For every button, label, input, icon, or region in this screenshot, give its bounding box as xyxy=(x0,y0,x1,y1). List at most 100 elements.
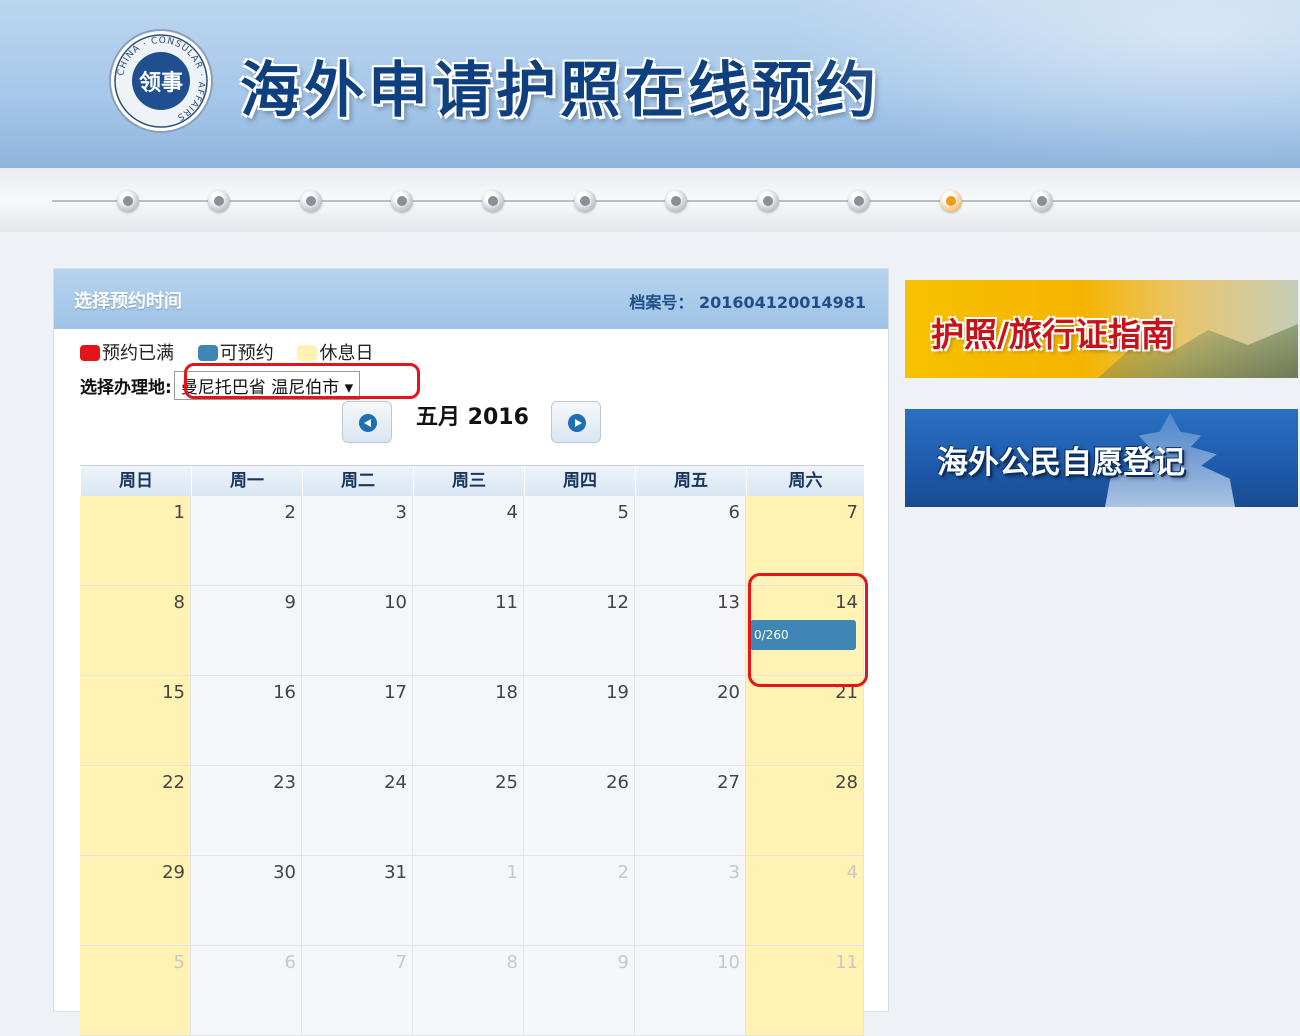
calendar-day-number: 2 xyxy=(617,862,629,883)
legend-rest-swatch xyxy=(297,345,318,361)
legend-available-label: 可预约 xyxy=(219,343,274,364)
progress-step-3 xyxy=(300,190,322,212)
calendar-day-cell: 16 xyxy=(191,676,302,766)
file-number-value: 201604120014981 xyxy=(699,293,866,312)
calendar-day-cell: 25 xyxy=(413,766,524,856)
calendar-day-number: 8 xyxy=(506,952,518,973)
legend-full-swatch xyxy=(80,345,100,361)
calendar-day-cell: 15 xyxy=(80,676,191,766)
calendar-day-cell: 2 xyxy=(191,496,302,586)
calendar-day-number: 7 xyxy=(846,502,858,523)
legend-rest: 休息日 xyxy=(297,343,373,364)
calendar-day-number: 11 xyxy=(835,952,858,973)
progress-step-8 xyxy=(757,190,779,212)
progress-step-9 xyxy=(848,190,870,212)
calendar-day-cell: 9 xyxy=(524,946,635,1036)
progress-step-5 xyxy=(482,190,504,212)
weekday-header-5: 周五 xyxy=(635,466,746,496)
calendar-day-cell: 3 xyxy=(302,496,413,586)
calendar-day-cell: 5 xyxy=(80,946,191,1036)
calendar-day-cell: 9 xyxy=(191,586,302,676)
calendar-day-number: 19 xyxy=(606,682,629,703)
calendar-day-number: 30 xyxy=(273,862,296,883)
prev-month-button[interactable] xyxy=(342,401,392,443)
calendar-day-cell: 3 xyxy=(635,856,746,946)
calendar-day-cell: 30 xyxy=(191,856,302,946)
selected-day-highlight-annotation xyxy=(748,573,868,687)
calendar-day-number: 6 xyxy=(284,952,296,973)
calendar-day-cell: 21 xyxy=(746,676,864,766)
legend-full-label: 预约已满 xyxy=(102,343,174,364)
calendar-day-cell: 31 xyxy=(302,856,413,946)
citizen-registration-banner-text: 海外公民自愿登记 xyxy=(937,445,1185,481)
progress-step-6 xyxy=(574,190,596,212)
arrow-right-icon xyxy=(568,414,586,432)
calendar-day-number: 25 xyxy=(495,772,518,793)
calendar-day-cell: 4 xyxy=(746,856,864,946)
calendar-day-number: 10 xyxy=(717,952,740,973)
calendar-day-cell: 10 xyxy=(302,586,413,676)
legend-full: 预约已满 xyxy=(80,343,180,364)
calendar-day-cell: 11 xyxy=(746,946,864,1036)
calendar-day-number: 3 xyxy=(395,502,407,523)
calendar-day-number: 9 xyxy=(284,592,296,613)
calendar-day-number: 17 xyxy=(384,682,407,703)
passport-guide-banner-text: 护照/旅行证指南 xyxy=(931,315,1175,354)
calendar-day-number: 15 xyxy=(162,682,185,703)
file-number-label: 档案号： xyxy=(629,293,694,312)
weekday-header-2: 周二 xyxy=(302,466,413,496)
calendar-day-number: 22 xyxy=(162,772,185,793)
calendar-day-number: 1 xyxy=(506,862,518,883)
calendar-day-number: 18 xyxy=(495,682,518,703)
calendar-day-number: 16 xyxy=(273,682,296,703)
calendar-day-number: 31 xyxy=(384,862,407,883)
calendar-day-cell: 12 xyxy=(524,586,635,676)
calendar-weekday-header: 周日 周一 周二 周三 周四 周五 周六 xyxy=(80,465,864,497)
location-highlight-annotation xyxy=(184,363,420,399)
passport-guide-banner[interactable]: 护照/旅行证指南 xyxy=(905,280,1298,378)
weekday-header-3: 周三 xyxy=(413,466,524,496)
calendar-day-number: 8 xyxy=(173,592,185,613)
month-title: 五月 2016 xyxy=(416,405,529,430)
calendar-day-number: 9 xyxy=(617,952,629,973)
calendar-day-number: 4 xyxy=(846,862,858,883)
calendar-day-cell: 19 xyxy=(524,676,635,766)
calendar-day-number: 2 xyxy=(284,502,296,523)
calendar-day-number: 24 xyxy=(384,772,407,793)
appointment-panel: 选择预约时间 档案号： 201604120014981 预约已满 可预约 休息日… xyxy=(53,268,889,1036)
panel-header: 选择预约时间 档案号： 201604120014981 xyxy=(54,269,888,329)
calendar-day-number: 10 xyxy=(384,592,407,613)
calendar-day-number: 7 xyxy=(395,952,407,973)
calendar-day-cell: 22 xyxy=(80,766,191,856)
panel-title: 选择预约时间 xyxy=(74,291,182,312)
legend-rest-label: 休息日 xyxy=(319,343,374,364)
calendar-day-cell: 5 xyxy=(524,496,635,586)
next-month-button[interactable] xyxy=(551,401,601,443)
calendar-day-number: 1 xyxy=(173,502,185,523)
calendar-day-number: 12 xyxy=(606,592,629,613)
citizen-registration-banner[interactable]: 海外公民自愿登记 xyxy=(905,409,1298,507)
calendar-day-number: 28 xyxy=(835,772,858,793)
file-number: 档案号： 201604120014981 xyxy=(629,289,866,313)
site-title: 海外申请护照在线预约 xyxy=(240,56,880,126)
calendar-day-cell: 7 xyxy=(302,946,413,1036)
calendar-day-cell: 24 xyxy=(302,766,413,856)
weekday-header-0: 周日 xyxy=(80,466,191,496)
progress-step-11 xyxy=(1031,190,1053,212)
calendar-day-cell: 1 xyxy=(413,856,524,946)
weekday-header-6: 周六 xyxy=(746,466,864,496)
calendar-day-cell: 11 xyxy=(413,586,524,676)
site-header: 领事 CHINA · CONSULAR · AFFAIRS 海外申请护照在线预约 xyxy=(0,0,1300,168)
arrow-left-icon xyxy=(359,414,377,432)
calendar-day-cell: 20 xyxy=(635,676,746,766)
logo-center-text: 领事 xyxy=(139,70,183,96)
calendar-day-cell: 4 xyxy=(413,496,524,586)
calendar-day-number: 23 xyxy=(273,772,296,793)
legend-available: 可预约 xyxy=(197,343,280,364)
calendar-day-cell: 8 xyxy=(413,946,524,1036)
calendar-day-number: 26 xyxy=(606,772,629,793)
calendar-day-number: 13 xyxy=(717,592,740,613)
progress-step-4 xyxy=(391,190,413,212)
calendar-day-cell: 23 xyxy=(191,766,302,856)
weekday-header-4: 周四 xyxy=(524,466,635,496)
